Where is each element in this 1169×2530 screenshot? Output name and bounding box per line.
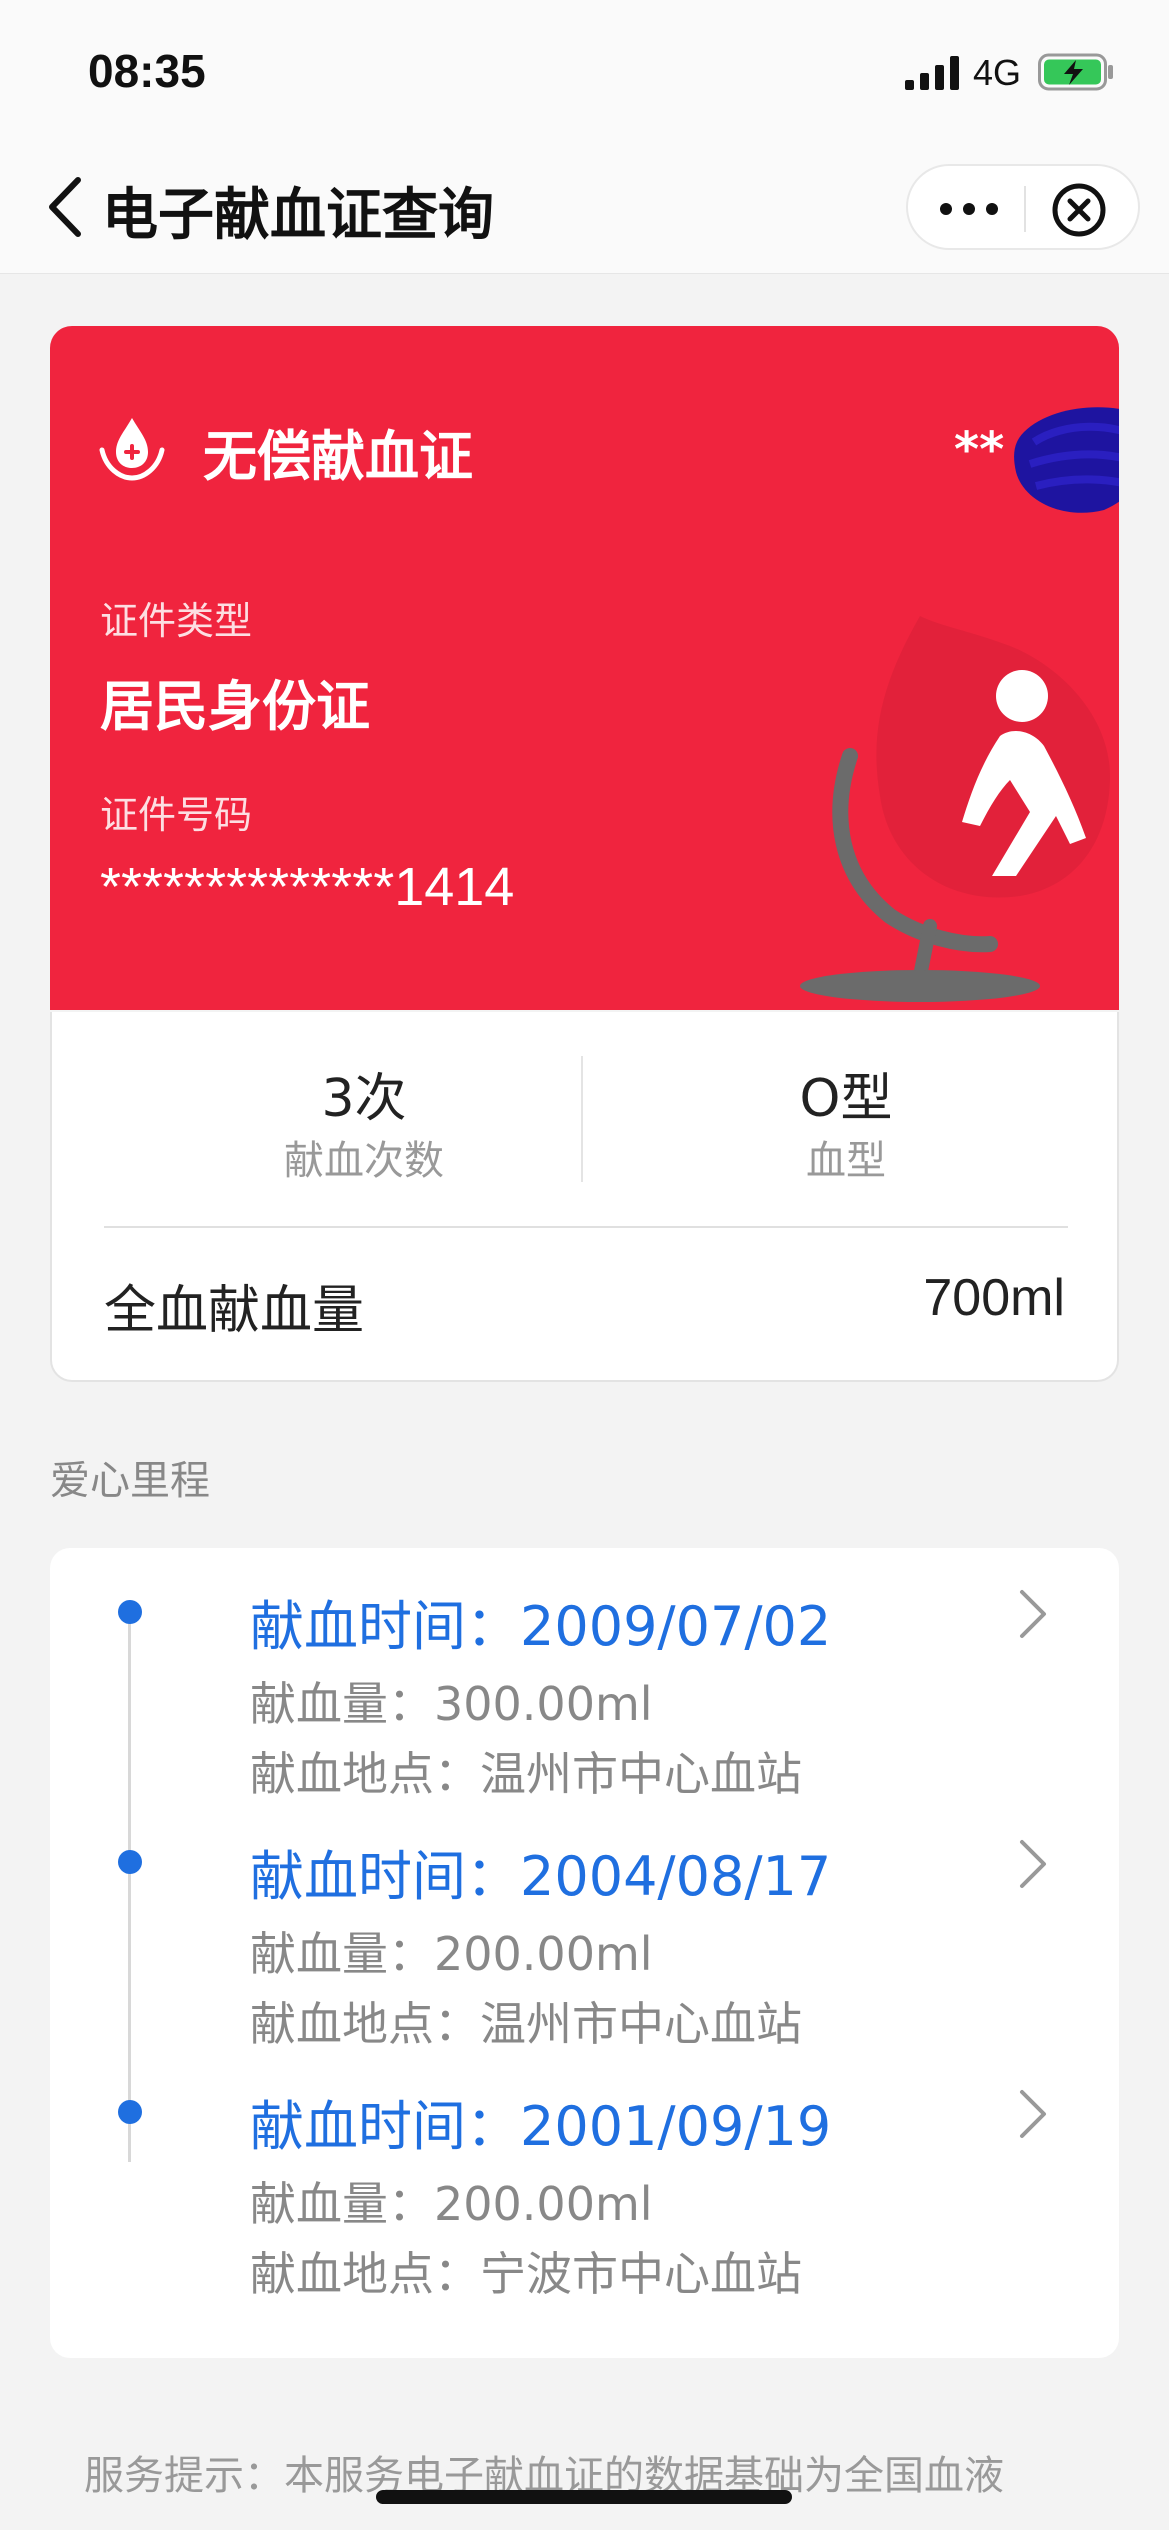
donation-count-label: 献血次数: [284, 1138, 444, 1184]
total-volume-label: 全血献血量: [104, 1281, 365, 1341]
stat-rule: [104, 1226, 1068, 1228]
capsule-divider: [1024, 186, 1026, 232]
donor-emblem-icon: [800, 616, 1110, 1002]
more-icon[interactable]: [938, 192, 1000, 226]
service-note: 服务提示：本服务电子献血证的数据基础为全国血液: [84, 2453, 1004, 2499]
battery-icon: [1038, 53, 1113, 91]
id-number-label: 证件号码: [100, 793, 253, 837]
mini-program-capsule: [906, 164, 1140, 250]
blood-type-label: 血型: [806, 1138, 886, 1184]
chevron-right-icon[interactable]: [1016, 2086, 1050, 2142]
back-icon[interactable]: [44, 174, 88, 240]
donation-amount: 献血量：200.00ml: [250, 1927, 653, 1981]
timeline-item[interactable]: 献血时间：2001/09/19 献血量：200.00ml 献血地点：宁波市中心血…: [50, 2048, 1119, 2301]
timeline-dot: [118, 2100, 142, 2124]
blood-drop-logo-icon: [99, 418, 165, 481]
home-indicator: [376, 2490, 792, 2504]
status-bar: 08:35 4G: [0, 0, 1169, 140]
donation-place: 献血地点：温州市中心血站: [250, 1997, 802, 2051]
donation-count-value: 3次: [321, 1069, 407, 1129]
timeline-dot: [118, 1850, 142, 1874]
donation-amount: 献血量：200.00ml: [250, 2177, 653, 2231]
donation-place: 献血地点：温州市中心血站: [250, 1747, 802, 1801]
status-time: 08:35: [88, 45, 206, 97]
chevron-right-icon[interactable]: [1016, 1836, 1050, 1892]
donation-date: 献血时间：2009/07/02: [250, 1595, 832, 1658]
blood-donation-card: 无偿献血证 ** 证件类型 居民身份证 证件号码 **************1…: [50, 326, 1119, 1010]
total-volume-value: 700ml: [923, 1269, 1065, 1327]
redaction-mark: [1014, 407, 1119, 513]
signal-icon: [905, 56, 959, 90]
close-icon[interactable]: [1050, 181, 1108, 239]
stat-divider: [581, 1056, 583, 1182]
donation-timeline: 献血时间：2009/07/02 献血量：300.00ml 献血地点：温州市中心血…: [50, 1548, 1119, 2358]
timeline-item[interactable]: 献血时间：2004/08/17 献血量：200.00ml 献血地点：温州市中心血…: [50, 1798, 1119, 2051]
donation-summary: 3次 献血次数 O型 血型 全血献血量 700ml: [50, 1012, 1119, 1382]
timeline-dot: [118, 1600, 142, 1624]
page-title: 电子献血证查询: [102, 183, 494, 248]
donation-amount: 献血量：300.00ml: [250, 1677, 653, 1731]
card-title: 无偿献血证: [203, 425, 473, 488]
donation-place: 献血地点：宁波市中心血站: [250, 2247, 802, 2301]
donation-date: 献血时间：2004/08/17: [250, 1845, 832, 1908]
id-type-label: 证件类型: [100, 599, 253, 643]
donation-date: 献血时间：2001/09/19: [250, 2095, 832, 2158]
id-number-value: **************1414: [100, 857, 515, 917]
section-title: 爱心里程: [50, 1458, 210, 1504]
chevron-right-icon[interactable]: [1016, 1586, 1050, 1642]
blood-type-value: O型: [799, 1069, 893, 1129]
timeline-item[interactable]: 献血时间：2009/07/02 献血量：300.00ml 献血地点：温州市中心血…: [50, 1548, 1119, 1801]
nav-bar: 电子献血证查询: [0, 140, 1169, 274]
id-type-value: 居民身份证: [100, 675, 370, 738]
network-type: 4G: [973, 52, 1022, 93]
